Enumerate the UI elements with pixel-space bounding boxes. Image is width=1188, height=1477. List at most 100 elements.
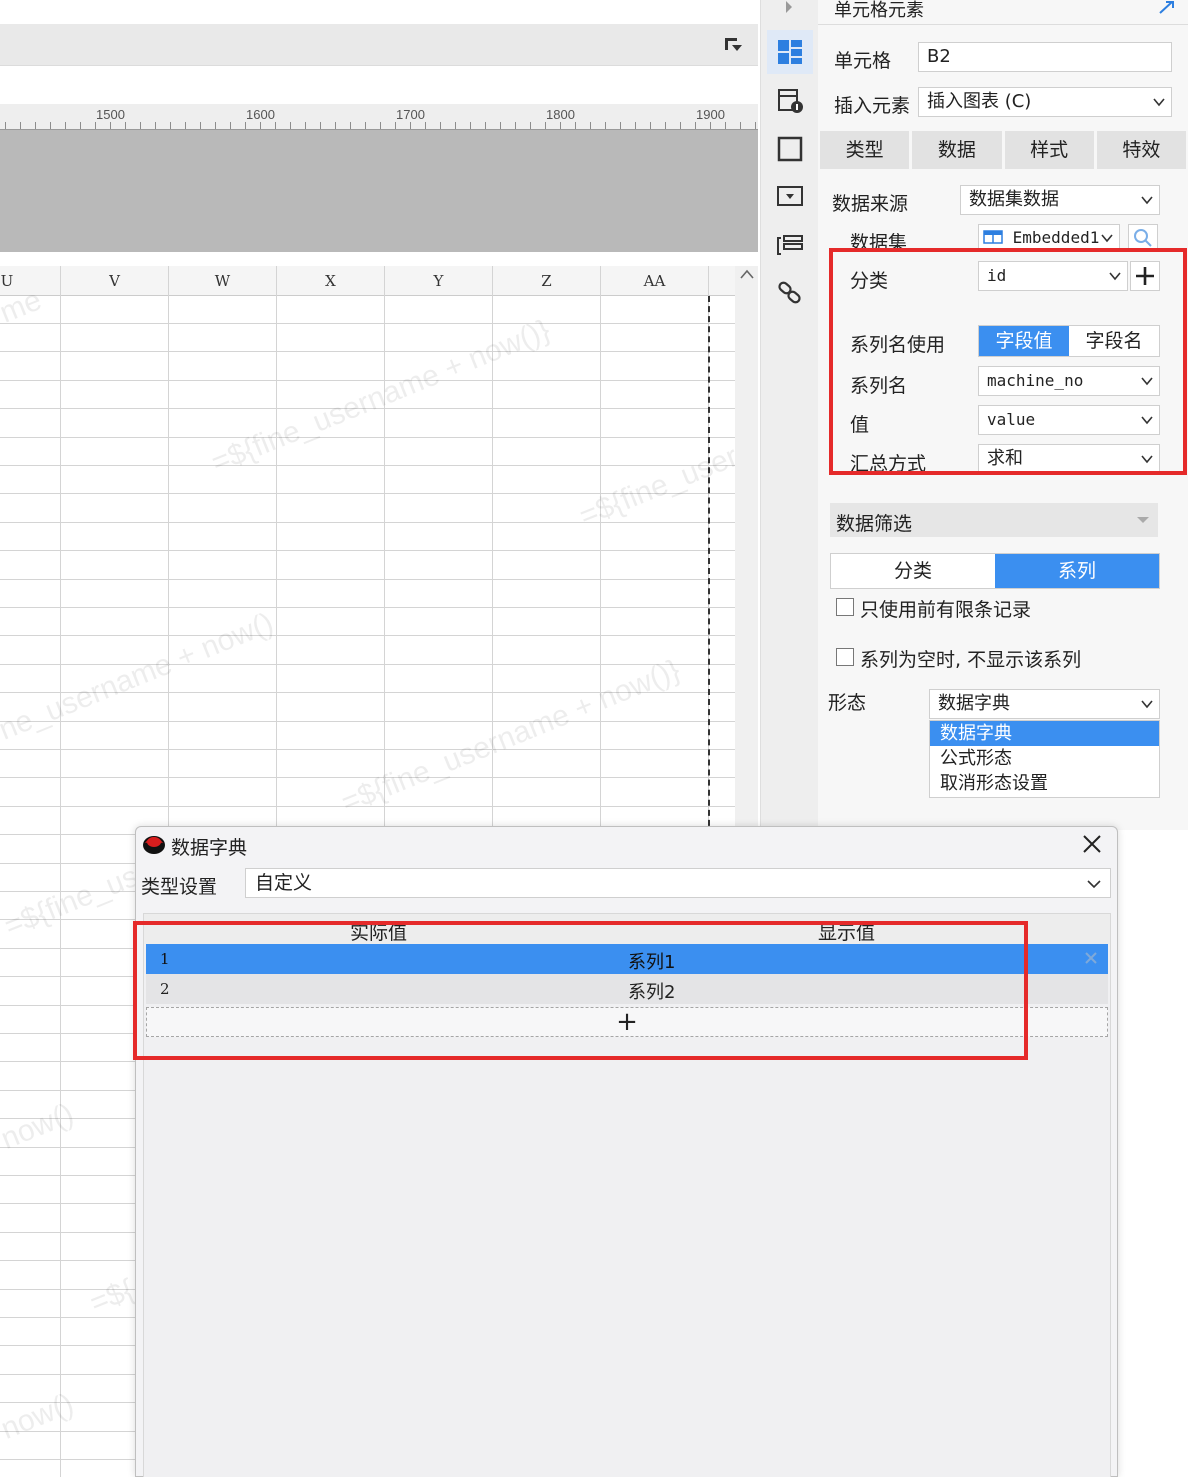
grid-row-line — [0, 664, 735, 665]
cell-border-icon[interactable] — [775, 134, 805, 164]
form-option-cancel[interactable]: 取消形态设置 — [930, 771, 1159, 796]
grid-row-line — [0, 408, 735, 409]
canvas-toolbar-strip — [0, 24, 758, 66]
insert-element-label: 插入元素 — [834, 95, 911, 117]
form-option-formula[interactable]: 公式形态 — [930, 746, 1159, 771]
ruler-tick — [395, 122, 396, 129]
ruler-tick — [335, 122, 336, 129]
ruler-tick — [695, 122, 696, 129]
delete-row-icon[interactable] — [1084, 951, 1098, 965]
column-header-w[interactable]: W — [169, 266, 276, 296]
grid-row-line — [0, 692, 735, 693]
column-header-u[interactable]: U — [0, 266, 14, 296]
ruler-tick — [515, 122, 516, 129]
scroll-up-icon[interactable] — [739, 268, 755, 280]
ruler-tick — [365, 122, 366, 129]
form-value: 数据字典 — [938, 693, 1010, 714]
condition-attribute-icon[interactable] — [775, 230, 805, 260]
grid-row-line — [0, 522, 735, 523]
element-tabs: 类型 数据 样式 特效 — [820, 131, 1186, 169]
type-setting-value: 自定义 — [255, 872, 313, 894]
ruler-tick — [455, 122, 456, 129]
ruler-tick — [140, 122, 141, 129]
ruler-tick — [575, 122, 576, 129]
datasource-label: 数据来源 — [832, 193, 909, 215]
column-header-bar: U V W X Y Z AA — [0, 266, 735, 296]
collapse-arrow-icon — [1137, 517, 1149, 523]
type-setting-select[interactable]: 自定义 — [245, 868, 1111, 898]
panel-title: 单元格元素 — [834, 0, 924, 21]
ruler-tick — [215, 122, 216, 129]
grid-row-line — [0, 493, 735, 494]
app-logo-icon — [143, 836, 165, 854]
hyperlink-icon[interactable] — [775, 278, 805, 308]
ruler-tick — [755, 122, 756, 129]
hide-empty-series-checkbox[interactable] — [836, 648, 854, 666]
form-option-dictionary[interactable]: 数据字典 — [930, 721, 1159, 746]
widget-icon[interactable] — [775, 182, 805, 212]
datasource-select[interactable]: 数据集数据 — [960, 185, 1160, 215]
column-header-y[interactable]: Y — [385, 266, 492, 296]
grid-row-line — [0, 749, 735, 750]
expand-toolbar-icon[interactable] — [722, 34, 744, 56]
column-header-v[interactable]: V — [61, 266, 168, 296]
ruler-tick — [350, 122, 351, 129]
limit-records-checkbox[interactable] — [836, 598, 854, 616]
chevron-down-icon — [1141, 700, 1153, 709]
cell-address-input[interactable]: B2 — [918, 42, 1172, 72]
cell-element-tab[interactable] — [767, 30, 813, 74]
limit-records-label: 只使用前有限条记录 — [860, 599, 1032, 621]
ruler-tick — [80, 122, 81, 129]
insert-element-value: 插入图表 (C) — [927, 91, 1032, 112]
ruler-tick — [185, 122, 186, 129]
data-filter-section-header[interactable]: 数据筛选 — [830, 503, 1158, 537]
ruler-tick — [440, 122, 441, 129]
grid-row-line — [0, 806, 735, 807]
horizontal-ruler: 1500 1600 1700 1800 1900 — [0, 104, 758, 130]
type-setting-label: 类型设置 — [141, 876, 218, 898]
cell-attribute-icon[interactable] — [775, 86, 805, 116]
tab-type[interactable]: 类型 — [820, 131, 910, 169]
insert-element-select[interactable]: 插入图表 (C) — [918, 87, 1172, 117]
grid-row-line — [0, 437, 735, 438]
ruler-tick — [410, 122, 411, 129]
ruler-tick — [680, 122, 681, 129]
tab-style[interactable]: 样式 — [1004, 131, 1094, 169]
grid-row-line — [0, 550, 735, 551]
collapse-arrow-icon[interactable] — [781, 0, 797, 14]
dataset-select[interactable]: Embedded1 — [978, 224, 1120, 250]
page-break-line — [708, 296, 710, 836]
ruler-tick — [590, 122, 591, 129]
cell-element-icon — [778, 40, 802, 64]
ruler-tick — [95, 122, 96, 129]
column-header-z[interactable]: Z — [493, 266, 600, 296]
column-header-x[interactable]: X — [277, 266, 384, 296]
ruler-tick — [380, 122, 381, 129]
ruler-tick — [620, 122, 621, 129]
grid-row-line — [0, 465, 735, 466]
chevron-down-icon — [1153, 98, 1165, 107]
ruler-label: 1700 — [396, 107, 425, 122]
grid-column-line — [60, 266, 61, 1477]
ruler-tick — [5, 122, 6, 129]
expand-panel-icon[interactable] — [1158, 0, 1176, 14]
filter-tab-category[interactable]: 分类 — [831, 554, 995, 588]
hide-empty-series-label: 系列为空时, 不显示该系列 — [860, 649, 1082, 671]
close-icon[interactable] — [1081, 833, 1103, 855]
form-select[interactable]: 数据字典 — [929, 689, 1160, 719]
ruler-tick — [260, 122, 261, 129]
chevron-down-icon — [1087, 880, 1101, 889]
form-label: 形态 — [828, 692, 867, 714]
ruler-tick — [200, 122, 201, 129]
tab-data[interactable]: 数据 — [912, 131, 1002, 169]
tab-effect[interactable]: 特效 — [1096, 131, 1186, 169]
filter-tabs: 分类 系列 — [830, 553, 1160, 589]
dataset-search-button[interactable] — [1128, 224, 1158, 250]
ruler-tick — [125, 122, 126, 129]
filter-tab-series[interactable]: 系列 — [995, 554, 1159, 588]
column-header-aa[interactable]: AA — [601, 266, 708, 296]
ruler-tick — [605, 122, 606, 129]
search-icon — [1134, 229, 1152, 247]
grid-row-line — [0, 721, 735, 722]
ruler-tick — [170, 122, 171, 129]
